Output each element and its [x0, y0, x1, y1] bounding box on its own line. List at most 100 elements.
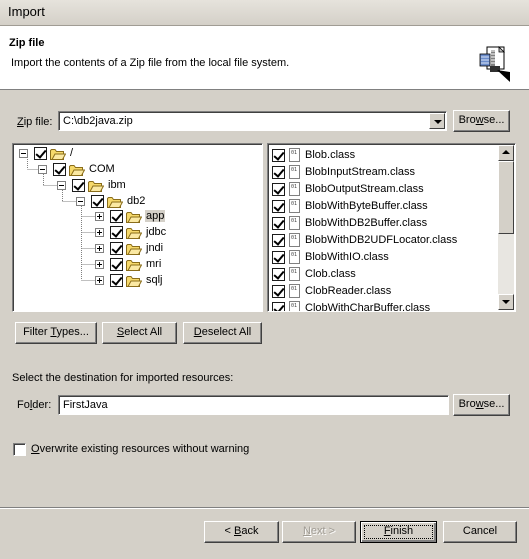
file-checkbox[interactable] [272, 200, 285, 213]
tree-checkbox[interactable] [110, 210, 123, 223]
class-file-icon [289, 233, 300, 247]
expand-icon[interactable] [95, 260, 104, 269]
tree-node-com[interactable]: COM [13, 162, 253, 178]
expand-icon[interactable] [95, 212, 104, 221]
list-item[interactable]: BlobWithDB2UDFLocator.class [272, 232, 492, 249]
folder-open-icon [126, 244, 142, 255]
list-item[interactable]: BlobWithDB2Buffer.class [272, 215, 492, 232]
tree-node-jdbc[interactable]: jdbc [13, 225, 253, 241]
file-checkbox[interactable] [272, 268, 285, 281]
zip-import-icon [479, 46, 510, 82]
folder-browse-button[interactable]: Browse... [453, 394, 510, 416]
file-checkbox[interactable] [272, 285, 285, 298]
tree-checkbox[interactable] [110, 226, 123, 239]
zip-file-combo[interactable]: C:\db2java.zip [58, 111, 447, 131]
next-button[interactable]: Next > [282, 521, 356, 543]
footer-separator [0, 507, 529, 509]
file-checkbox[interactable] [272, 234, 285, 247]
chevron-down-icon[interactable] [429, 113, 445, 129]
tree-node-jndi[interactable]: jndi [13, 241, 253, 257]
file-checkbox[interactable] [272, 302, 285, 311]
file-checkbox[interactable] [272, 183, 285, 196]
file-list[interactable]: Blob.class BlobInputStream.class BlobOut… [267, 143, 516, 312]
class-file-icon [289, 284, 300, 298]
list-item[interactable]: ClobWithCharBuffer.class [272, 300, 492, 312]
file-name: Blob.class [305, 149, 356, 161]
tree-node-label: / [70, 147, 74, 159]
finish-button[interactable]: Finish [360, 521, 437, 543]
folder-open-icon [126, 212, 142, 223]
tree-checkbox[interactable] [110, 258, 123, 271]
tree-node-ibm[interactable]: ibm [13, 178, 253, 194]
file-name: ClobReader.class [305, 285, 392, 297]
list-item[interactable]: BlobOutputStream.class [272, 181, 492, 198]
folder-open-icon [107, 197, 123, 208]
collapse-icon[interactable] [57, 181, 66, 190]
expand-icon[interactable] [95, 228, 104, 237]
folder-open-icon [126, 228, 142, 239]
tree-node-mri[interactable]: mri [13, 257, 253, 273]
list-item[interactable]: BlobWithIO.class [272, 249, 492, 266]
tree-checkbox[interactable] [110, 242, 123, 255]
collapse-icon[interactable] [76, 197, 85, 206]
file-checkbox[interactable] [272, 149, 285, 162]
select-all-button[interactable]: Select All [102, 322, 177, 344]
overwrite-checkbox[interactable] [13, 443, 26, 456]
list-item[interactable]: Clob.class [272, 266, 492, 283]
zip-file-label: Zip file: [17, 116, 53, 128]
folder-input[interactable]: FirstJava [58, 395, 449, 415]
tree-node-app[interactable]: app [13, 209, 253, 225]
back-button[interactable]: < Back [204, 521, 279, 543]
folder-open-icon [69, 165, 85, 176]
expand-icon[interactable] [95, 276, 104, 285]
tree-node-label: app [145, 210, 166, 222]
folder-tree[interactable]: / COM ibm db2 app jdbc jndi mri sqlj [12, 143, 263, 312]
tree-node-label: ibm [108, 179, 126, 191]
file-checkbox[interactable] [272, 251, 285, 264]
list-item[interactable]: ClobReader.class [272, 283, 492, 300]
deselect-all-button[interactable]: Deselect All [183, 322, 262, 344]
scrollbar-thumb[interactable] [498, 161, 514, 234]
wizard-banner: Zip file Import the contents of a Zip fi… [0, 26, 529, 90]
list-item[interactable]: BlobWithByteBuffer.class [272, 198, 492, 215]
file-name: ClobWithCharBuffer.class [305, 302, 431, 312]
folder-open-icon [126, 276, 142, 287]
zip-file-value: C:\db2java.zip [63, 115, 133, 127]
scroll-down-icon[interactable] [498, 294, 514, 310]
folder-open-icon [50, 149, 66, 160]
collapse-icon[interactable] [38, 165, 47, 174]
list-item[interactable]: Blob.class [272, 147, 492, 164]
tree-node-label: jdbc [146, 226, 167, 238]
file-list-scrollbar[interactable] [498, 145, 514, 310]
tree-node-label: sqlj [146, 274, 163, 286]
scroll-up-icon[interactable] [498, 145, 514, 161]
class-file-icon [289, 182, 300, 196]
tree-checkbox[interactable] [72, 179, 85, 192]
cancel-button[interactable]: Cancel [443, 521, 517, 543]
tree-checkbox[interactable] [53, 163, 66, 176]
tree-node-sqlj[interactable]: sqlj [13, 273, 253, 289]
class-file-icon [289, 250, 300, 264]
tree-node-root[interactable]: / [13, 146, 253, 162]
filter-types-button[interactable]: Filter Types... [15, 322, 97, 344]
class-file-icon [289, 148, 300, 162]
overwrite-label[interactable]: Overwrite existing resources without war… [31, 443, 249, 455]
expand-icon[interactable] [95, 244, 104, 253]
tree-checkbox[interactable] [34, 147, 47, 160]
file-name: BlobWithDB2UDFLocator.class [305, 234, 458, 246]
class-file-icon [289, 216, 300, 230]
tree-checkbox[interactable] [110, 274, 123, 287]
file-name: Clob.class [305, 268, 356, 280]
tree-node-db2[interactable]: db2 [13, 194, 253, 210]
tree-checkbox[interactable] [91, 195, 104, 208]
list-item[interactable]: BlobInputStream.class [272, 164, 492, 181]
tree-node-label: COM [89, 163, 115, 175]
folder-open-icon [126, 260, 142, 271]
collapse-icon[interactable] [19, 149, 28, 158]
file-checkbox[interactable] [272, 166, 285, 179]
destination-prompt: Select the destination for imported reso… [12, 372, 234, 384]
zip-browse-button[interactable]: Browse... [453, 110, 510, 132]
file-name: BlobInputStream.class [305, 166, 416, 178]
file-checkbox[interactable] [272, 217, 285, 230]
file-name: BlobWithDB2Buffer.class [305, 217, 428, 229]
